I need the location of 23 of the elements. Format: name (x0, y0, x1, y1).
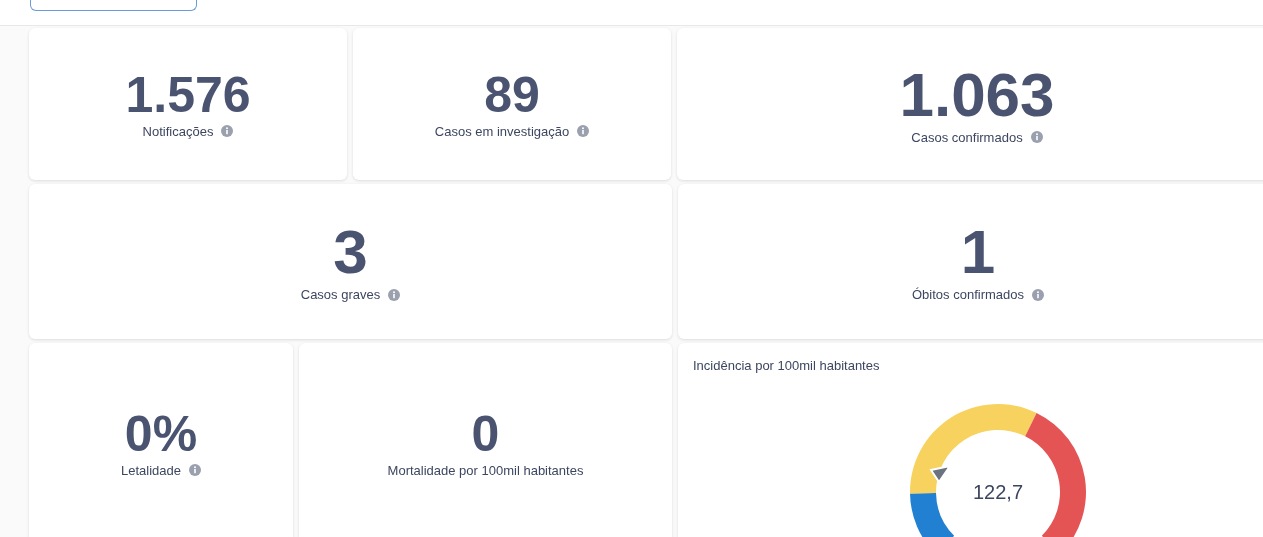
gauge-title: Incidência por 100mil habitantes (693, 358, 880, 373)
stat-value: 1.063 (899, 63, 1055, 126)
stat-label: Mortalidade por 100mil habitantes (387, 462, 584, 478)
stat-value: 1.576 (125, 69, 251, 120)
stat-label: Notificações (142, 123, 214, 139)
stat-label: Letalidade (121, 462, 181, 478)
stat-value: 0 (471, 408, 500, 459)
stat-value: 89 (484, 69, 540, 120)
stat-label: Casos em investigação (434, 123, 570, 139)
gauge-value: 122,7 (972, 480, 1024, 504)
info-icon[interactable] (221, 125, 234, 137)
stat-value: 1 (960, 221, 996, 283)
info-icon[interactable] (388, 288, 401, 301)
stat-value: 0% (124, 408, 198, 459)
stat-label: Casos graves (300, 287, 381, 302)
info-icon[interactable] (577, 125, 590, 137)
stat-label: Casos confirmados (911, 129, 1023, 145)
outline-button[interactable] (30, 0, 197, 11)
info-icon[interactable] (189, 464, 201, 476)
stat-value: 3 (333, 221, 368, 283)
info-icon[interactable] (1030, 131, 1043, 143)
stat-label: Óbitos confirmados (912, 287, 1024, 302)
info-icon[interactable] (1032, 288, 1044, 301)
